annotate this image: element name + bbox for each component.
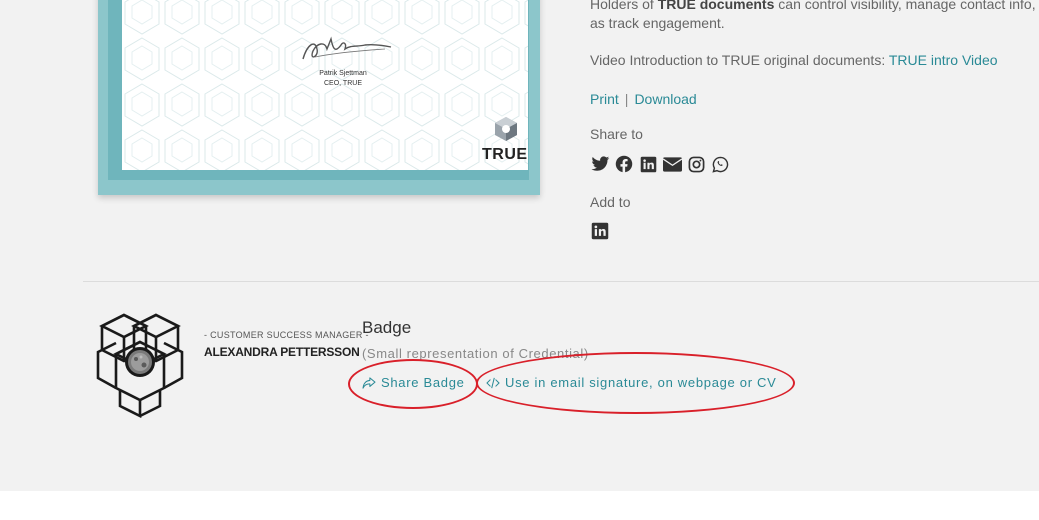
whatsapp-icon[interactable] [710, 154, 730, 174]
action-separator: | [624, 91, 629, 107]
badge-role-text: - CUSTOMER SUCCESS MANAGER - [204, 330, 369, 340]
instagram-icon[interactable] [686, 154, 706, 174]
print-link[interactable]: Print [590, 91, 619, 107]
badge-holder-name: ALEXANDRA PETTERSSON [204, 345, 360, 359]
signer-title: CEO, TRUE [324, 80, 362, 87]
holders-text-suffix: can control visibility, manage contact i… [778, 0, 1039, 12]
download-link[interactable]: Download [634, 91, 696, 107]
badge-title: Badge [362, 318, 412, 337]
email-icon[interactable] [662, 154, 682, 174]
share-to-label: Share to [590, 126, 643, 142]
twitter-icon[interactable] [590, 154, 610, 174]
annotation-ellipse-share [348, 359, 478, 409]
true-logo-text: TRUE [482, 146, 528, 163]
true-logo-icon [495, 117, 517, 141]
holders-text-bold: TRUE documents [657, 0, 775, 12]
signer-name: Patrik Sjettman [319, 70, 367, 77]
add-to-label: Add to [590, 194, 631, 210]
holders-description: Holders of TRUE documents can control vi… [590, 0, 1039, 14]
annotation-ellipse-embed [476, 352, 795, 414]
linkedin-icon[interactable] [638, 154, 658, 174]
video-intro-label: Video Introduction to TRUE original docu… [590, 52, 889, 68]
video-intro: Video Introduction to TRUE original docu… [590, 51, 998, 70]
facebook-icon[interactable] [614, 154, 634, 174]
section-divider [83, 281, 1039, 282]
share-icons [590, 154, 730, 174]
print-download-actions: Print | Download [590, 90, 697, 109]
holders-description-line2: as track engagement. [590, 15, 725, 31]
certificate-frame: Patrik Sjettman CEO, TRUE TRUE [108, 0, 529, 180]
holders-text-prefix: Holders of [590, 0, 658, 12]
intro-video-link[interactable]: TRUE intro Video [889, 52, 998, 68]
badge-hexagon-image [96, 313, 184, 418]
signature-image [302, 36, 392, 60]
certificate-paper: Patrik Sjettman CEO, TRUE TRUE [122, 0, 528, 170]
add-to-linkedin-icon[interactable] [591, 222, 609, 240]
certificate-preview: Patrik Sjettman CEO, TRUE TRUE [98, 0, 540, 195]
